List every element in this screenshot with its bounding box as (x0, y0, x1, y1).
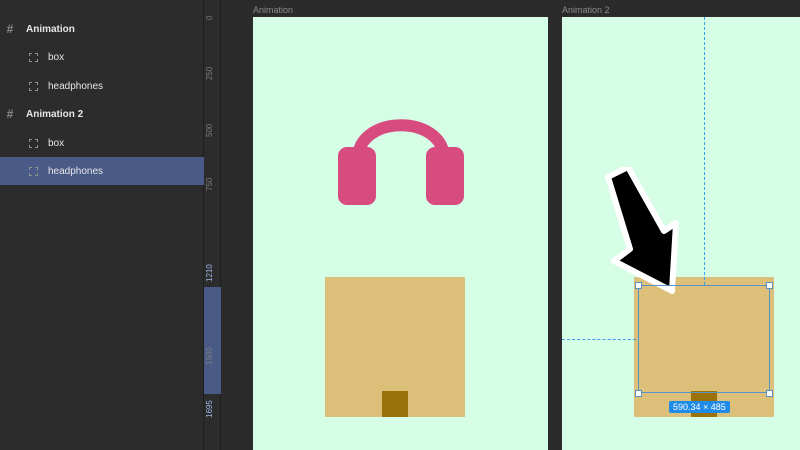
layer-headphones[interactable]: headphones (0, 72, 204, 100)
resize-handle-bottom-right[interactable] (766, 390, 773, 397)
ruler-label: 0 (205, 15, 214, 20)
resize-handle-bottom-left[interactable] (635, 390, 642, 397)
ruler-label: 500 (205, 123, 214, 137)
frame-title-animation-2[interactable]: Animation 2 (562, 5, 610, 15)
layer-label: headphones (48, 165, 104, 177)
layer-label: Animation (26, 23, 75, 35)
headphones-graphic[interactable] (336, 99, 466, 209)
frame-icon: # (6, 22, 14, 36)
vertical-ruler: 0 250 500 750 1210 1500 1695 (204, 0, 221, 450)
frame-icon: # (6, 107, 14, 121)
group-icon (27, 137, 39, 149)
group-icon (27, 165, 39, 177)
layer-label: box (48, 51, 65, 63)
frame-animation-2[interactable]: 590.34 × 485 (562, 17, 800, 450)
alignment-guide-horizontal (562, 339, 636, 340)
frame-title-animation[interactable]: Animation (253, 5, 293, 15)
layers-panel: # Animation box headphones # Animation 2… (0, 0, 204, 450)
layer-frame-animation-2[interactable]: # Animation 2 (0, 100, 204, 128)
layer-label: Animation 2 (26, 108, 84, 120)
layer-label: box (48, 137, 65, 149)
ruler-label: 1695 (205, 400, 214, 418)
ruler-label: 750 (205, 177, 214, 191)
layer-label: headphones (48, 80, 104, 92)
group-icon (27, 80, 39, 92)
canvas[interactable]: Animation Animation 2 590.34 × 485 (222, 0, 800, 450)
size-badge: 590.34 × 485 (669, 401, 730, 413)
selection-bounds[interactable] (638, 285, 770, 393)
resize-handle-top-right[interactable] (766, 282, 773, 289)
layer-box[interactable]: box (0, 43, 204, 71)
frame-animation[interactable] (253, 17, 548, 450)
resize-handle-top-left[interactable] (635, 282, 642, 289)
alignment-guide-vertical (704, 17, 705, 285)
box-tape (382, 391, 408, 417)
ruler-label: 250 (205, 66, 214, 80)
arrow-pointer-icon (605, 167, 679, 294)
layer-headphones-2-selected[interactable]: headphones (0, 157, 204, 185)
ruler-label: 1210 (205, 264, 214, 282)
layer-frame-animation[interactable]: # Animation (0, 15, 204, 43)
group-icon (27, 51, 39, 63)
ruler-label: 1500 (205, 347, 214, 365)
layer-box-2[interactable]: box (0, 129, 204, 157)
ruler-selection-highlight (204, 287, 221, 394)
